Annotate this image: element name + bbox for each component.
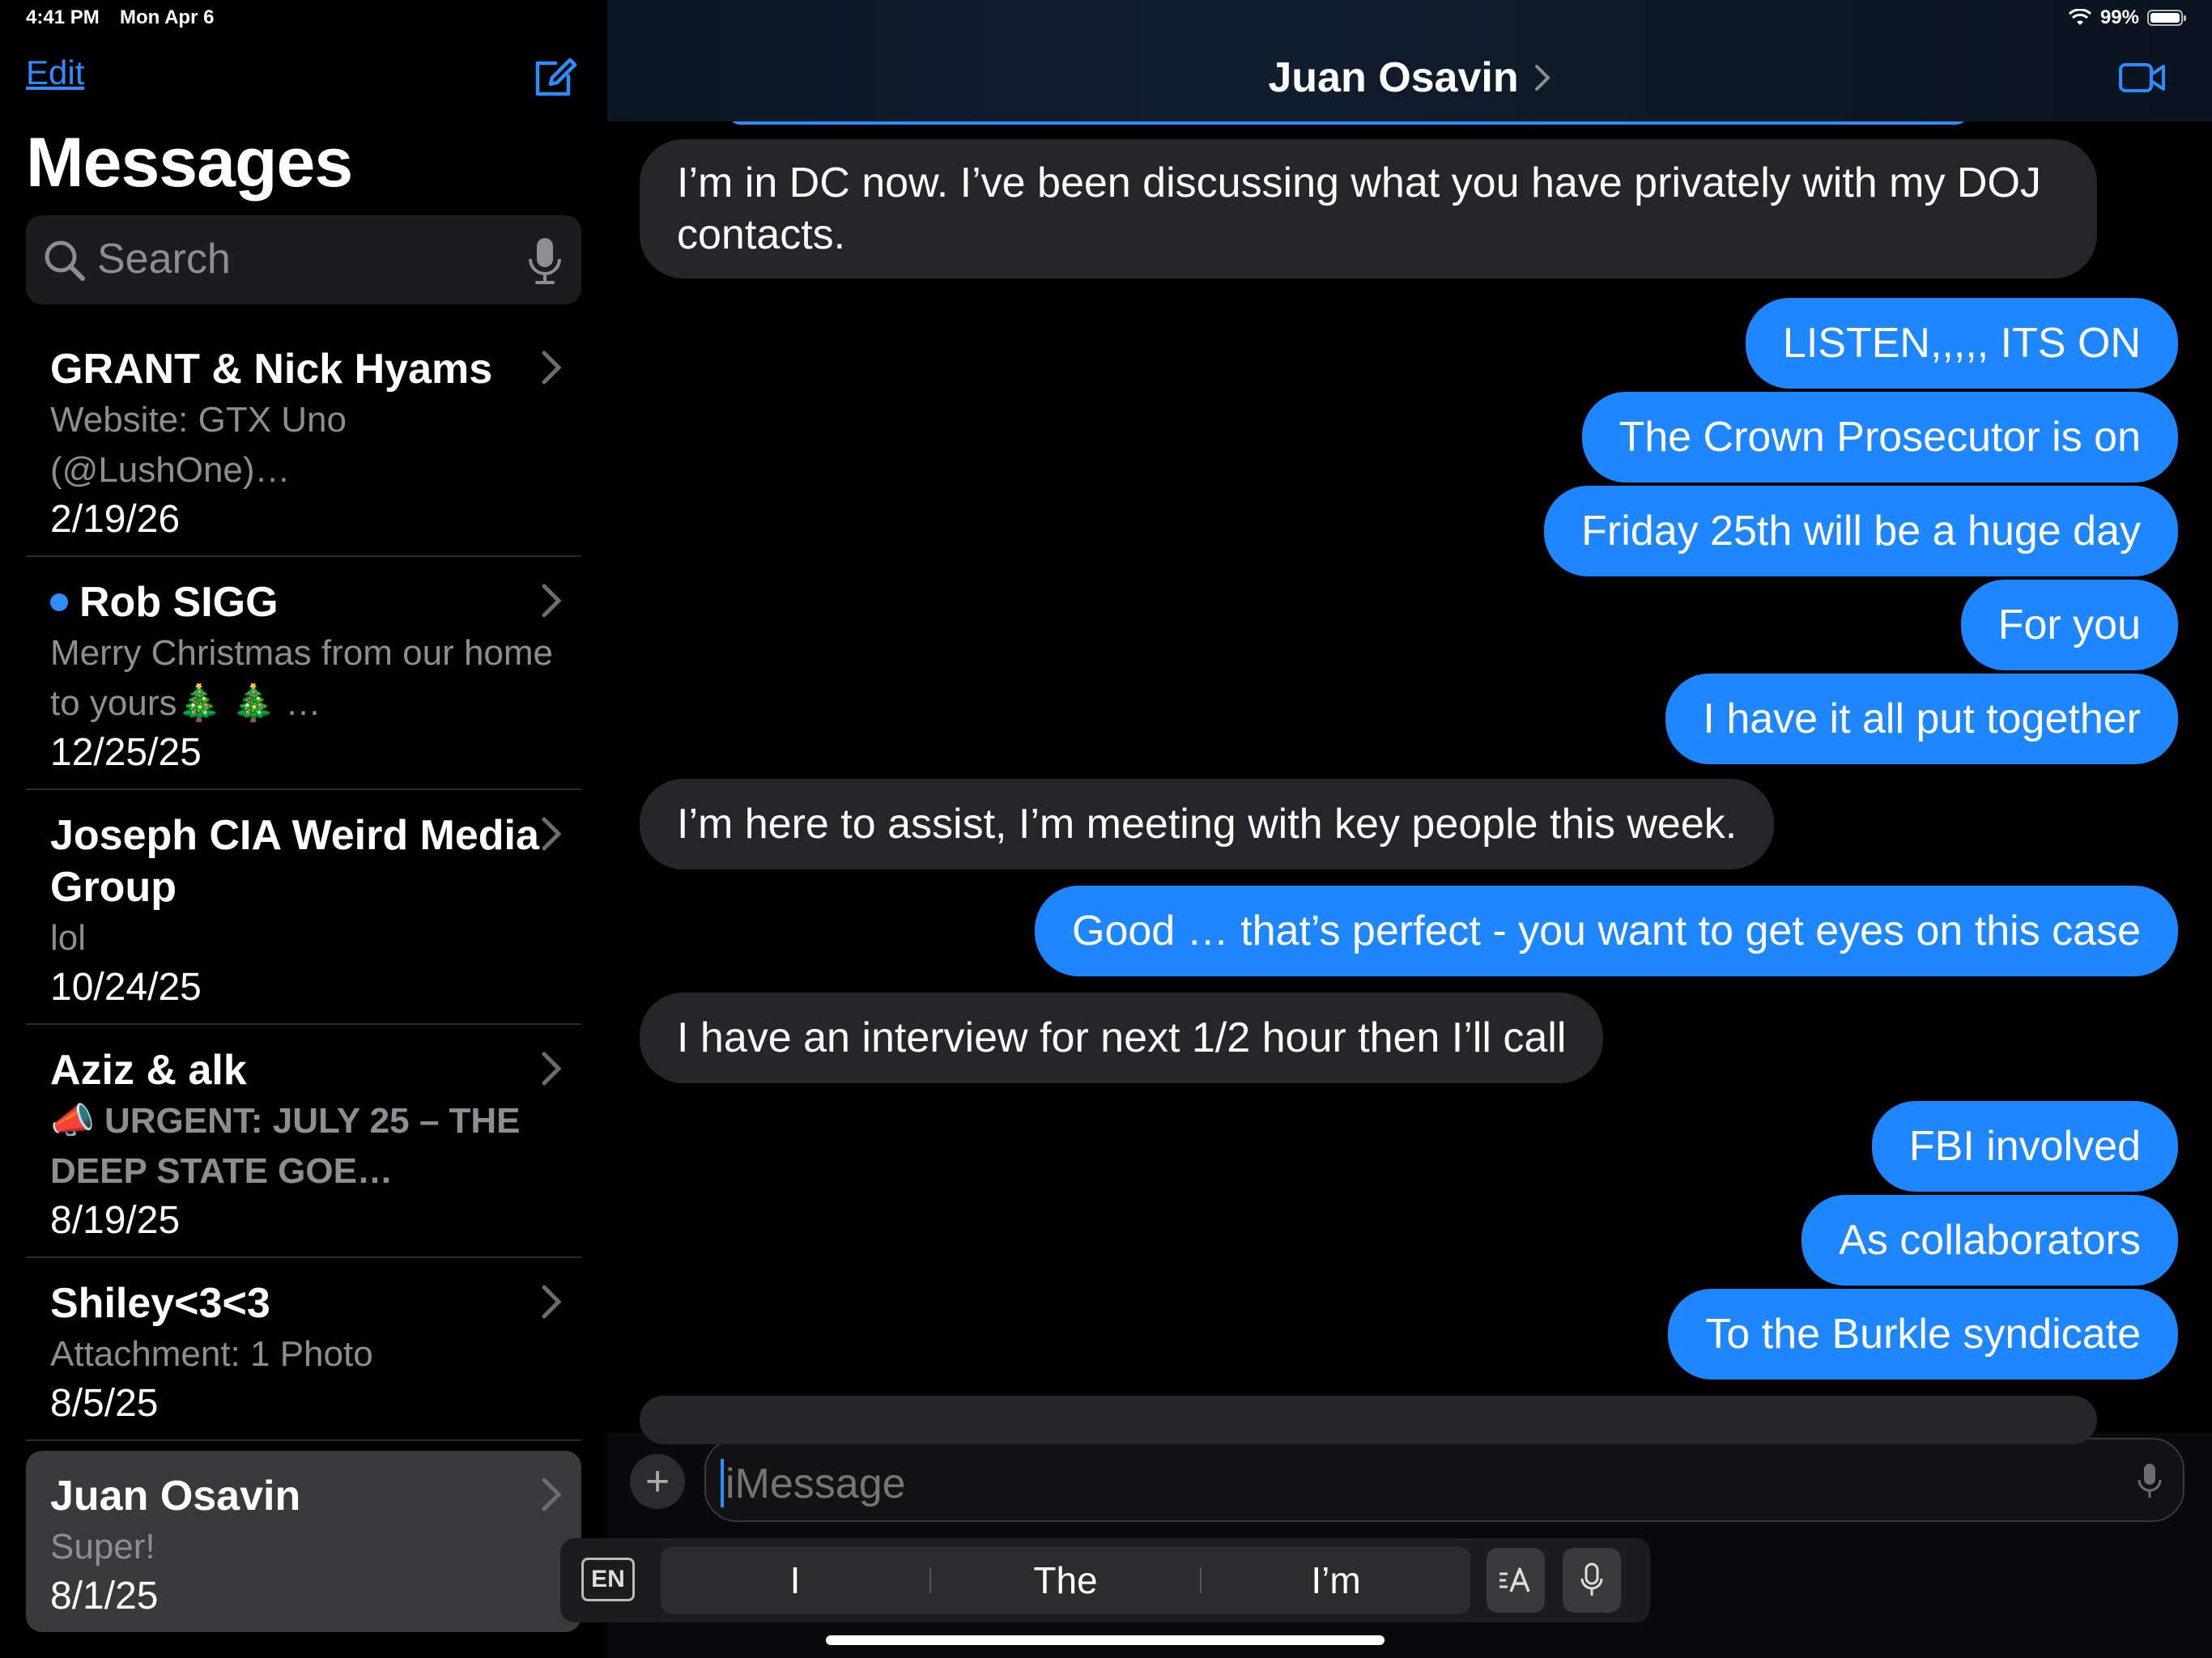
chevron-right-icon	[542, 351, 562, 385]
conversation-item[interactable]: Rob SIGG Merry Christmas from our home to…	[26, 557, 581, 790]
unread-indicator	[50, 593, 68, 611]
conversation-item[interactable]: Matt Huzaineh Natt	[26, 1632, 581, 1658]
outgoing-message[interactable]: To the Burkle syndicate	[1668, 1289, 2178, 1380]
suggestion-3[interactable]: I’m	[1202, 1558, 1470, 1602]
add-attachment-button[interactable]: +	[630, 1454, 685, 1509]
status-indicators: 99%	[2068, 6, 2186, 29]
edit-button[interactable]: Edit	[26, 53, 84, 92]
outgoing-message[interactable]: As collaborators	[1802, 1195, 2178, 1286]
conversation-preview: Attachment: 1 Photo	[50, 1334, 373, 1374]
conversation-preview: Merry Christmas from our home to yours🎄 …	[50, 633, 554, 723]
search-input[interactable]: Search	[97, 235, 231, 283]
home-indicator[interactable]	[826, 1635, 1385, 1645]
status-date: Mon Apr 6	[120, 6, 215, 28]
microphone-icon[interactable]	[525, 235, 565, 287]
suggestion-1[interactable]: I	[661, 1558, 929, 1602]
outgoing-message[interactable]: Good … that’s perfect - you want to get …	[1035, 886, 2178, 976]
suggestion-strip: I The I’m	[661, 1546, 1470, 1614]
conversation-date: 8/1/25	[50, 1575, 159, 1618]
conversation-preview: lol	[50, 918, 87, 958]
text-format-button[interactable]	[1487, 1548, 1545, 1613]
message-input-field[interactable]	[704, 1438, 2184, 1522]
chevron-right-icon	[1534, 65, 1551, 91]
conversation-name: Joseph CIA Weird Media Group	[50, 812, 539, 911]
conversation-date: 8/5/25	[50, 1382, 159, 1425]
search-field[interactable]: Search	[26, 215, 581, 304]
conversation-preview: Website: GTX Uno (@LushOne)…	[50, 400, 347, 490]
keyboard-suggestion-bar: EN I The I’m	[560, 1538, 1650, 1622]
contact-name: Juan Osavin	[1268, 54, 1519, 101]
page-title: Messages	[26, 124, 353, 202]
outgoing-message[interactable]: FBI involved	[1871, 1101, 2178, 1192]
chevron-right-icon	[538, 1655, 565, 1658]
conversation-date: 10/24/25	[50, 966, 202, 1009]
incoming-message[interactable]: I’m in DC now. I’ve been discussing what…	[640, 139, 2097, 278]
dictation-icon[interactable]	[2136, 1462, 2163, 1501]
conversation-name: Aziz & alk	[50, 1047, 247, 1094]
conversation-name: Matt Huzaineh Natt	[50, 1650, 429, 1658]
outgoing-message[interactable]: For you	[1960, 580, 2178, 670]
conversation-item[interactable]: Juan Osavin Super! 8/1/25	[26, 1451, 581, 1632]
conversation-name: Rob SIGG	[79, 579, 279, 626]
message-input[interactable]	[724, 1459, 2104, 1509]
conversation-date: 8/19/25	[50, 1199, 181, 1242]
partial-incoming-bubble	[640, 1396, 2097, 1444]
conversation-preview: Super!	[50, 1527, 155, 1567]
outgoing-message[interactable]: I have it all put together	[1665, 674, 2178, 764]
incoming-message[interactable]: I have an interview for next 1/2 hour th…	[640, 993, 1604, 1083]
conversation-name: Juan Osavin	[50, 1473, 301, 1520]
chevron-right-icon	[542, 584, 562, 618]
conversation-preview: 📣 URGENT: JULY 25 – THE DEEP STATE GOE…	[50, 1101, 521, 1191]
microphone-icon	[1580, 1562, 1603, 1596]
suggestion-2[interactable]: The	[931, 1558, 1200, 1602]
conversation-list: GRANT & Nick Hyams Website: GTX Uno (@Lus…	[26, 324, 581, 1658]
video-call-icon[interactable]	[2118, 60, 2167, 96]
battery-icon	[2147, 10, 2186, 26]
search-icon	[45, 240, 85, 281]
outgoing-message[interactable]: The Crown Prosecutor is on	[1581, 392, 2178, 483]
conversation-item[interactable]: Aziz & alk 📣 URGENT: JULY 25 – THE DEEP S…	[26, 1025, 581, 1258]
chevron-right-icon	[542, 1052, 562, 1086]
conversation-item[interactable]: Shiley<3<3 Attachment: 1 Photo 8/5/25	[26, 1258, 581, 1441]
incoming-message[interactable]: I’m here to assist, I’m meeting with key…	[640, 779, 1775, 869]
wifi-icon	[2068, 9, 2091, 25]
status-time: 4:41 PM	[26, 6, 100, 28]
conversation-date: 12/25/25	[50, 731, 202, 774]
language-switch-button[interactable]: EN	[581, 1558, 635, 1601]
conversation-name: Shiley<3<3	[50, 1280, 270, 1327]
status-bar: 4:41 PM Mon Apr 6 99%	[0, 0, 2212, 39]
contact-name-button[interactable]: Juan Osavin	[1268, 53, 1551, 102]
battery-percent: 99%	[2099, 6, 2139, 28]
conversation-name: GRANT & Nick Hyams	[50, 346, 493, 393]
chevron-right-icon	[542, 1285, 562, 1319]
outgoing-message[interactable]: Friday 25th will be a huge day	[1544, 486, 2178, 576]
conversation-item[interactable]: GRANT & Nick Hyams Website: GTX Uno (@Lus…	[26, 324, 581, 557]
conversation-item[interactable]: Joseph CIA Weird Media Group lol 10/24/25	[26, 790, 581, 1025]
chevron-right-icon	[542, 817, 562, 851]
outgoing-message[interactable]: LISTEN,,,,, ITS ON	[1745, 298, 2178, 389]
compose-icon[interactable]	[531, 52, 580, 100]
chat-pane: Juan Osavin I’m in DC now. I’ve been dis…	[607, 0, 2212, 1658]
chevron-right-icon	[542, 1477, 562, 1511]
text-format-icon	[1499, 1567, 1530, 1592]
keyboard-dictation-button[interactable]	[1563, 1548, 1621, 1613]
conversation-date: 2/19/26	[50, 498, 181, 541]
conversation-sidebar: Edit Messages Search GRANT & Nick Hyams W…	[0, 0, 607, 1658]
